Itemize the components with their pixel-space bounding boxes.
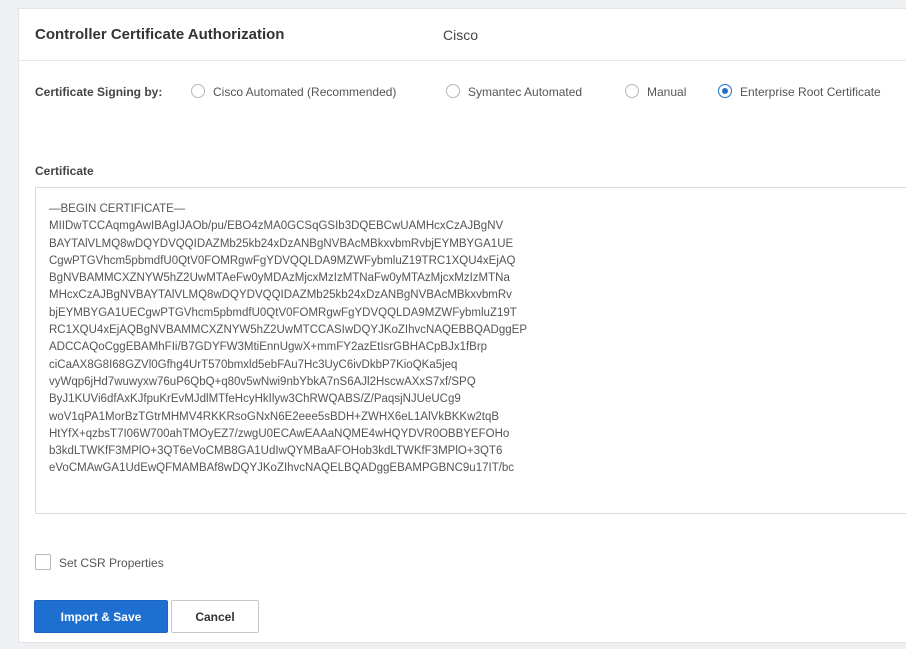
certificate-line: woV1qPA1MorBzTGtrMHMV4RKKRsoGNxN6E2eee5s… bbox=[49, 410, 500, 423]
csr-label: Set CSR Properties bbox=[59, 556, 164, 570]
certificate-line: BgNVBAMMCXZNYW5hZ2UwMTAeFw0yMDAzMjcxMzIz… bbox=[49, 272, 510, 285]
certificate-line: ByJ1KUVi6dfAxKJfpuKrEvMJdlMTfeHcyHkIlyw3… bbox=[49, 393, 461, 406]
panel-title: Controller Certificate Authorization bbox=[35, 26, 285, 43]
certificate-line: BAYTAlVLMQ8wDQYDVQQIDAZMb25kb24xDzANBgNV… bbox=[49, 237, 514, 250]
certificate-line: eVoCMAwGA1UdEwQFMAMBAf8wDQYJKoZIhvcNAQEL… bbox=[49, 462, 515, 475]
certificate-textarea[interactable]: —BEGIN CERTIFICATE— MIIDwTCCAqmgAwIBAgIJ… bbox=[35, 187, 906, 514]
radio-label: Manual bbox=[647, 85, 687, 99]
radio-button-selected-icon[interactable] bbox=[718, 84, 732, 98]
certificate-line: bjEYMBYGA1UECgwPTGVhcm5pbmdfU0QtV0FOMRgw… bbox=[49, 306, 517, 319]
import-save-button[interactable]: Import & Save bbox=[34, 600, 168, 633]
certificate-line: vyWqp6jHd7wuwyxw76uP6QbQ+q80v5wNwi9nbYbk… bbox=[49, 375, 476, 388]
certificate-line: HtYfX+qzbsT7I06W700ahTMOyEZ7/zwgU0ECAwEA… bbox=[49, 427, 510, 440]
certificate-authorization-panel: Controller Certificate Authorization Cis… bbox=[18, 8, 906, 643]
authorization-value: Cisco bbox=[443, 27, 479, 43]
panel-header: Controller Certificate Authorization Cis… bbox=[19, 9, 906, 61]
certificate-line: MHcxCzAJBgNVBAYTAlVLMQ8wDQYDVQQIDAZMb25k… bbox=[49, 289, 512, 302]
radio-button-icon[interactable] bbox=[625, 84, 639, 98]
certificate-line: b3kdLTWKfF3MPlO+3QT6eVoCMB8GA1UdIwQYMBaA… bbox=[49, 445, 503, 458]
radio-label: Symantec Automated bbox=[468, 85, 583, 99]
radio-label: Enterprise Root Certificate bbox=[740, 85, 881, 99]
radio-button-icon[interactable] bbox=[446, 84, 460, 98]
csr-checkbox[interactable] bbox=[35, 554, 51, 570]
certificate-line: RC1XQU4xEjAQBgNVBAMMCXZNYW5hZ2UwMTCCASIw… bbox=[49, 324, 527, 337]
signing-options-row: Certificate Signing by: Cisco Automated … bbox=[19, 81, 906, 105]
certificate-line: —BEGIN CERTIFICATE— bbox=[49, 203, 186, 215]
certificate-label: Certificate bbox=[35, 164, 94, 178]
certificate-line: MIIDwTCCAqmgAwIBAgIJAOb/pu/EBO4zMA0GCSqG… bbox=[49, 220, 504, 233]
certificate-line: ADCCAQoCggEBAMhFIi/B7GDYFW3MtiEnnUgwX+mm… bbox=[49, 341, 488, 354]
radio-label: Cisco Automated (Recommended) bbox=[213, 85, 397, 99]
certificate-content: —BEGIN CERTIFICATE— MIIDwTCCAqmgAwIBAgIJ… bbox=[49, 201, 527, 478]
radio-button-icon[interactable] bbox=[191, 84, 205, 98]
certificate-line: CgwPTGVhcm5pbmdfU0QtV0FOMRgwFgYDVQQLDA9M… bbox=[49, 254, 516, 267]
certificate-line: ciCaAX8G8I68GZVl0Gfhg4UrT570bmxld5ebFAu7… bbox=[49, 358, 458, 371]
signing-label: Certificate Signing by: bbox=[35, 85, 163, 99]
cancel-button[interactable]: Cancel bbox=[171, 600, 259, 633]
